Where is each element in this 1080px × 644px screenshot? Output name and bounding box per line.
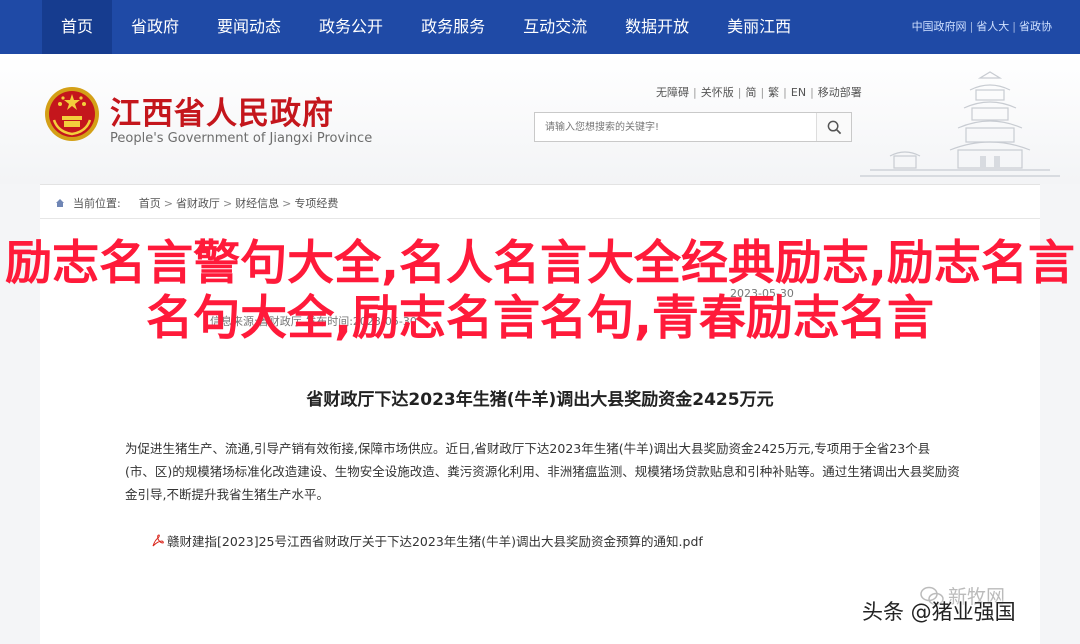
breadcrumb-label: 当前位置: [73, 197, 121, 210]
attachment-name: 赣财建指[2023]25号江西省财政厅关于下达2023年生猪(牛羊)调出大县奖励… [167, 534, 703, 549]
nav-item-beautiful-jiangxi[interactable]: 美丽江西 [708, 0, 810, 54]
pdf-icon [152, 534, 164, 547]
nav-item-provincial-gov[interactable]: 省政府 [112, 0, 198, 54]
site-header: 江西省人民政府 People's Government of Jiangxi P… [0, 54, 1080, 184]
divider: | [1012, 20, 1016, 33]
nav-item-interaction[interactable]: 互动交流 [504, 0, 606, 54]
breadcrumb-finance-dept[interactable]: 省财政厅 [176, 195, 220, 211]
link-cppcc[interactable]: 省政协 [1019, 20, 1052, 33]
main-nav: 首页 省政府 要闻动态 政务公开 政务服务 互动交流 数据开放 美丽江西 [42, 0, 810, 54]
article-title: 省财政厅下达2023年生猪(牛羊)调出大县奖励资金2425万元 [306, 390, 774, 410]
divider: | [810, 86, 814, 99]
nav-item-news[interactable]: 要闻动态 [198, 0, 300, 54]
attachment-link[interactable]: 赣财建指[2023]25号江西省财政厅关于下达2023年生猪(牛羊)调出大县奖励… [152, 531, 703, 550]
search-box [534, 112, 852, 142]
article-paragraph: 为促进生猪生产、流通,引导产销有效衔接,保障市场供应。近日,省财政厅下达2023… [125, 441, 960, 502]
pagoda-decoration-icon [860, 71, 1060, 177]
link-china-gov[interactable]: 中国政府网 [912, 20, 967, 33]
overlay-title: 励志名言警句大全,名人名言大全经典励志,励志名言名句大全,励志名言名句,青春励志… [5, 236, 1075, 346]
nav-item-home[interactable]: 首页 [42, 0, 113, 54]
tool-accessibility[interactable]: 无障碍 [656, 86, 689, 99]
national-emblem-icon [45, 87, 99, 141]
divider: | [969, 20, 974, 33]
external-links: 中国政府网 | 省人大 | 省政协 [912, 0, 1052, 54]
nav-item-open-data[interactable]: 数据开放 [606, 0, 708, 54]
breadcrumb-home[interactable]: 首页 [139, 195, 161, 211]
breadcrumb-separator: > [222, 196, 233, 210]
site-subtitle: People's Government of Jiangxi Province [110, 131, 373, 146]
nav-item-services[interactable]: 政务服务 [402, 0, 504, 54]
watermark-credit: 头条 @猪业强国 [862, 600, 1016, 624]
home-icon [56, 199, 64, 207]
top-navbar: 首页 省政府 要闻动态 政务公开 政务服务 互动交流 数据开放 美丽江西 中国政… [0, 0, 1080, 54]
divider: | [760, 86, 765, 99]
tool-english[interactable]: EN [791, 86, 806, 99]
breadcrumb-separator: > [282, 196, 292, 210]
divider: | [737, 86, 742, 99]
accessibility-tools: 无障碍 | 关怀版 | 简 | 繁 | EN | 移动部署 [656, 84, 862, 100]
tool-traditional[interactable]: 繁 [768, 86, 779, 99]
breadcrumb-special-funds[interactable]: 专项经费 [294, 195, 338, 211]
search-input[interactable] [535, 113, 817, 141]
tool-mobile[interactable]: 移动部署 [818, 86, 862, 99]
divider: | [783, 86, 787, 99]
nav-item-public-affairs[interactable]: 政务公开 [300, 0, 402, 54]
search-icon [827, 120, 841, 134]
breadcrumb: 当前位置: 首页 > 省财政厅 > 财经信息 > 专项经费 [55, 195, 338, 211]
tool-care-mode[interactable]: 关怀版 [701, 86, 734, 99]
tool-simplified[interactable]: 简 [745, 86, 756, 99]
link-provincial-congress[interactable]: 省人大 [976, 20, 1009, 33]
search-button[interactable] [816, 113, 851, 141]
breadcrumb-separator: > [163, 196, 173, 210]
breadcrumb-finance-info[interactable]: 财经信息 [235, 195, 279, 211]
divider: | [693, 86, 697, 99]
breadcrumb-divider [40, 218, 1040, 219]
site-title: 江西省人民政府 [110, 96, 334, 132]
